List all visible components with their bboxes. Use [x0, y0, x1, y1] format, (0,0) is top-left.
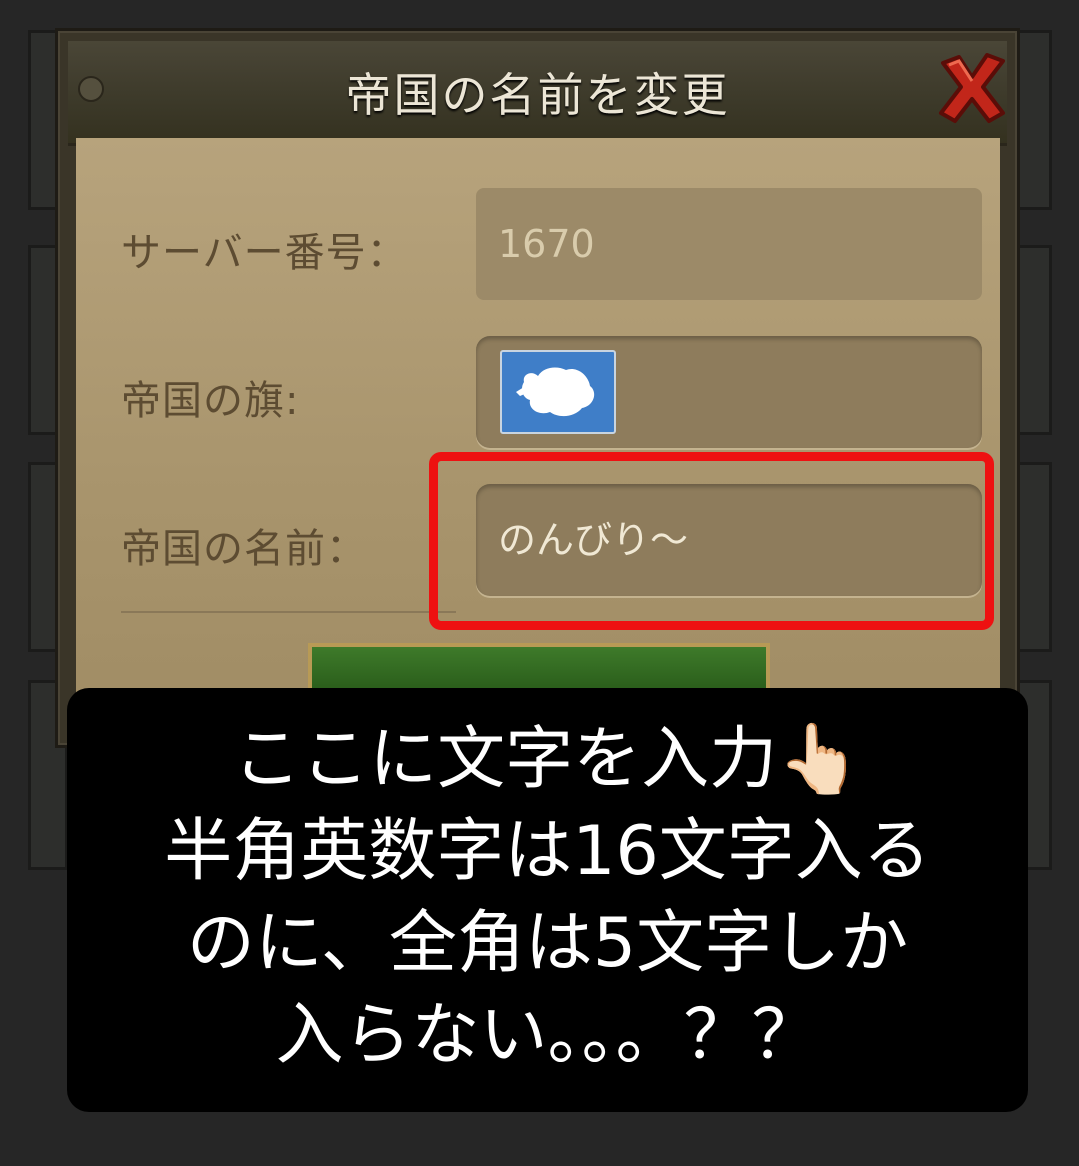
- empire-name-label: 帝国の名前：: [121, 526, 367, 572]
- empire-flag-field[interactable]: [476, 336, 982, 448]
- dialog-title: 帝国の名前を変更: [345, 68, 730, 122]
- dialog-title-bar: 帝国の名前を変更: [68, 41, 1007, 146]
- highlight-annotation-box: [429, 452, 994, 630]
- empire-flag-label: 帝国の旗:: [121, 378, 300, 424]
- server-number-label: サーバー番号：: [121, 230, 408, 276]
- caption-line-2: 半角英数字は16文字入る: [164, 812, 931, 891]
- rename-empire-dialog: 帝国の名前を変更 サーバー番号： 1670 帝国の旗: 帝国の名前： のんびり～: [55, 28, 1020, 748]
- divider: [121, 611, 456, 613]
- caption-line-1: ここに文字を入力👆🏻: [233, 720, 862, 799]
- rivet-decoration: [78, 76, 104, 102]
- caption-line-3: のに、全角は5文字しか: [186, 904, 909, 983]
- antarctica-flag-icon: [500, 350, 616, 434]
- close-button[interactable]: [933, 49, 1011, 127]
- server-number-field: 1670: [476, 188, 982, 300]
- server-number-value: 1670: [498, 222, 595, 266]
- close-x-icon: [939, 53, 1005, 123]
- caption-line-4: 入らない。。。？？: [275, 996, 820, 1075]
- caption-overlay: ここに文字を入力👆🏻 半角英数字は16文字入る のに、全角は5文字しか 入らない…: [67, 688, 1028, 1112]
